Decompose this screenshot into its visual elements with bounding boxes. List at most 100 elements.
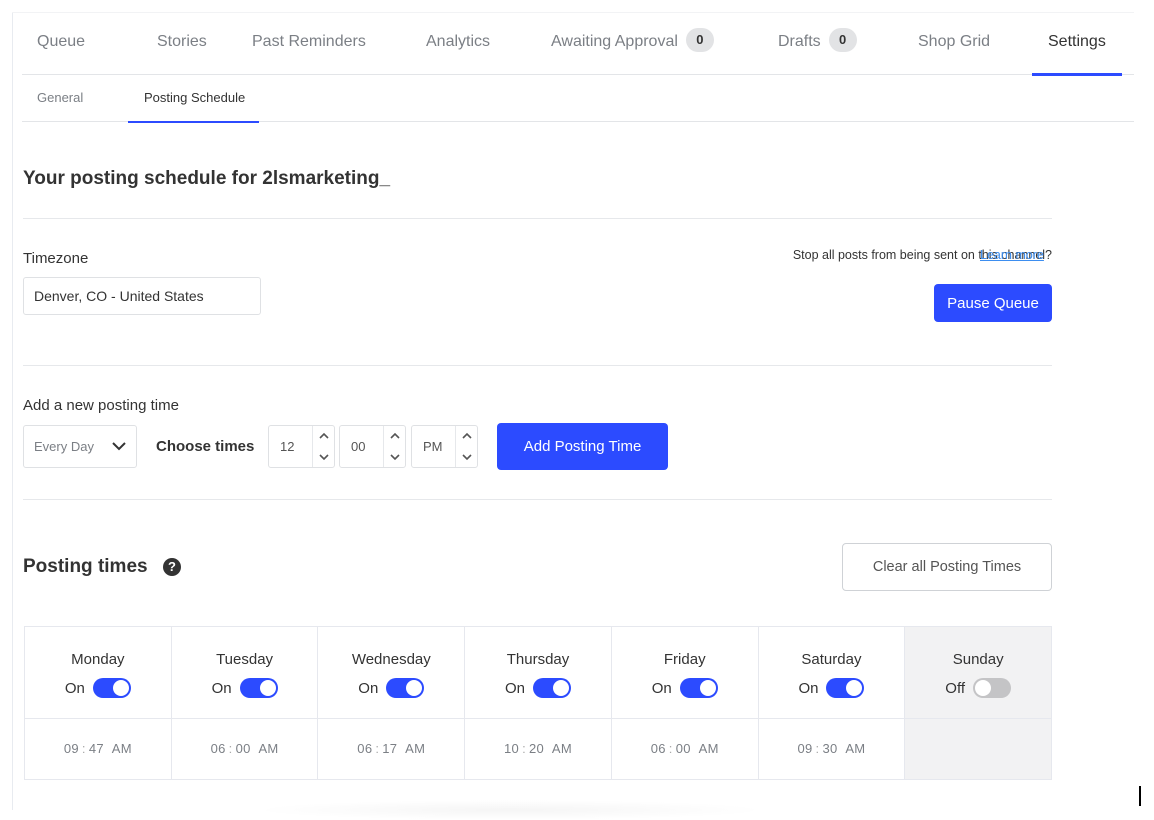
time-separator: : [668, 741, 673, 756]
toggle-knob [975, 680, 992, 696]
tab-label: Stories [157, 33, 207, 50]
stepper-arrows [455, 426, 477, 467]
tab-label: Queue [37, 33, 86, 50]
count-badge: 0 [685, 27, 714, 52]
day-name: Saturday [801, 651, 862, 668]
learn-more-link[interactable]: Learn more [980, 248, 1044, 262]
toggle-status: On [211, 679, 232, 697]
tab-shop-grid[interactable]: Shop Grid [918, 12, 990, 75]
tab-queue[interactable]: Queue [37, 12, 85, 75]
toggle-status: On [358, 679, 379, 697]
toggle-status: Off [945, 679, 966, 697]
time-ampm: AM [405, 741, 426, 756]
add-posting-time-label: Add a new posting time [23, 397, 179, 414]
day-column-sunday: Sunday Off [905, 627, 1052, 779]
posting-time-slot[interactable]: 06:17 AM [318, 719, 464, 779]
day-name: Friday [663, 651, 706, 668]
time-minute: 20 [529, 741, 545, 756]
ampm-value: PM [423, 439, 443, 454]
day-header: Tuesday On [171, 627, 318, 719]
frequency-select[interactable]: Every Day [23, 425, 137, 468]
text-cursor [1139, 786, 1141, 806]
day-toggle[interactable] [973, 678, 1012, 698]
time-minute: 30 [822, 741, 838, 756]
tab-label: Shop Grid [918, 33, 991, 50]
time-ampm: AM [111, 741, 132, 756]
day-name: Wednesday [351, 651, 431, 668]
time-minute: 17 [382, 741, 398, 756]
hour-value: 12 [280, 439, 295, 454]
subtab-label: General [37, 90, 84, 105]
day-header: Sunday Off [905, 627, 1052, 719]
day-toggle[interactable] [533, 678, 572, 698]
posting-time-slot[interactable]: 09:47 AM [25, 719, 171, 779]
time-separator: : [522, 741, 526, 756]
toggle-status: On [64, 679, 85, 697]
subtab-posting-schedule[interactable]: Posting Schedule [127, 75, 260, 123]
minute-stepper[interactable]: 00 [339, 425, 406, 468]
chevron-down-icon[interactable] [389, 452, 401, 462]
chevron-up-icon[interactable] [461, 431, 473, 441]
day-toggle[interactable] [239, 678, 278, 698]
day-toggle-row: On [172, 678, 318, 698]
tab-past-reminders[interactable]: Past Reminders [252, 12, 366, 75]
minute-value: 00 [351, 439, 366, 454]
toggle-knob [112, 680, 129, 696]
day-name: Tuesday [216, 651, 274, 668]
question-circle-icon[interactable]: ? [163, 558, 181, 576]
clear-all-posting-times-button[interactable]: Clear all Posting Times [842, 543, 1052, 591]
posting-time-slot[interactable]: 09:30 AM [759, 719, 905, 779]
chevron-up-icon[interactable] [389, 431, 401, 441]
toggle-status: On [798, 679, 819, 697]
tab-stories[interactable]: Stories [157, 12, 207, 75]
subtab-general[interactable]: General [37, 75, 83, 122]
tab-settings[interactable]: Settings [1032, 12, 1122, 76]
day-header: Thursday On [465, 627, 611, 719]
time-separator: : [81, 741, 86, 756]
posting-time-slot[interactable]: 10:20 AM [465, 719, 611, 779]
day-column-tuesday: Tuesday On 06:00 AM [171, 627, 319, 779]
toggle-status: On [651, 679, 672, 697]
day-column-monday: Monday On 09:47 AM [25, 627, 172, 779]
time-minute: 47 [88, 741, 104, 756]
add-posting-time-button[interactable]: Add Posting Time [497, 423, 668, 470]
chevron-up-icon[interactable] [318, 431, 330, 441]
day-toggle-row: On [465, 678, 611, 698]
hour-stepper[interactable]: 12 [268, 425, 335, 468]
weekly-schedule-grid: Monday On 09:47 AM Tuesday On 06:00 AM W… [24, 626, 1052, 780]
timezone-input[interactable] [23, 277, 261, 315]
time-separator: : [375, 741, 380, 756]
day-toggle-row: Off [905, 678, 1051, 698]
tab-label: Drafts [778, 33, 821, 50]
day-toggle[interactable] [826, 678, 865, 698]
day-toggle[interactable] [92, 678, 131, 698]
day-header: Wednesday On [318, 627, 465, 719]
posting-time-slot[interactable]: 06:00 AM [172, 719, 318, 779]
time-hour: 06 [357, 741, 373, 756]
day-name: Thursday [506, 651, 570, 668]
tab-analytics[interactable]: Analytics [426, 12, 490, 75]
day-name: Sunday [952, 651, 1004, 668]
tab-label: Settings [1048, 33, 1106, 50]
posting-time-slot[interactable]: 06:00 AM [612, 719, 758, 779]
time-hour: 06 [650, 741, 666, 756]
toggle-knob [846, 680, 863, 696]
page-title: Your posting schedule for 2lsmarketing_ [23, 168, 391, 189]
chevron-down-icon[interactable] [461, 452, 473, 462]
day-toggle[interactable] [679, 678, 718, 698]
day-toggle[interactable] [386, 678, 425, 698]
choose-times-label: Choose times [156, 438, 255, 455]
day-column-saturday: Saturday On 09:30 AM [758, 627, 906, 779]
tab-drafts[interactable]: Drafts 0 [778, 12, 857, 75]
pause-queue-button[interactable]: Pause Queue [934, 284, 1052, 322]
tab-awaiting-approval[interactable]: Awaiting Approval 0 [551, 12, 714, 75]
chevron-down-icon[interactable] [318, 452, 330, 462]
day-toggle-row: On [759, 678, 905, 698]
time-separator: : [815, 741, 820, 756]
time-ampm: AM [698, 741, 719, 756]
day-header: Friday On [611, 627, 758, 719]
toggle-knob [553, 680, 570, 696]
day-toggle-row: On [318, 678, 464, 698]
ampm-stepper[interactable]: PM [411, 425, 478, 468]
divider [23, 365, 1052, 366]
